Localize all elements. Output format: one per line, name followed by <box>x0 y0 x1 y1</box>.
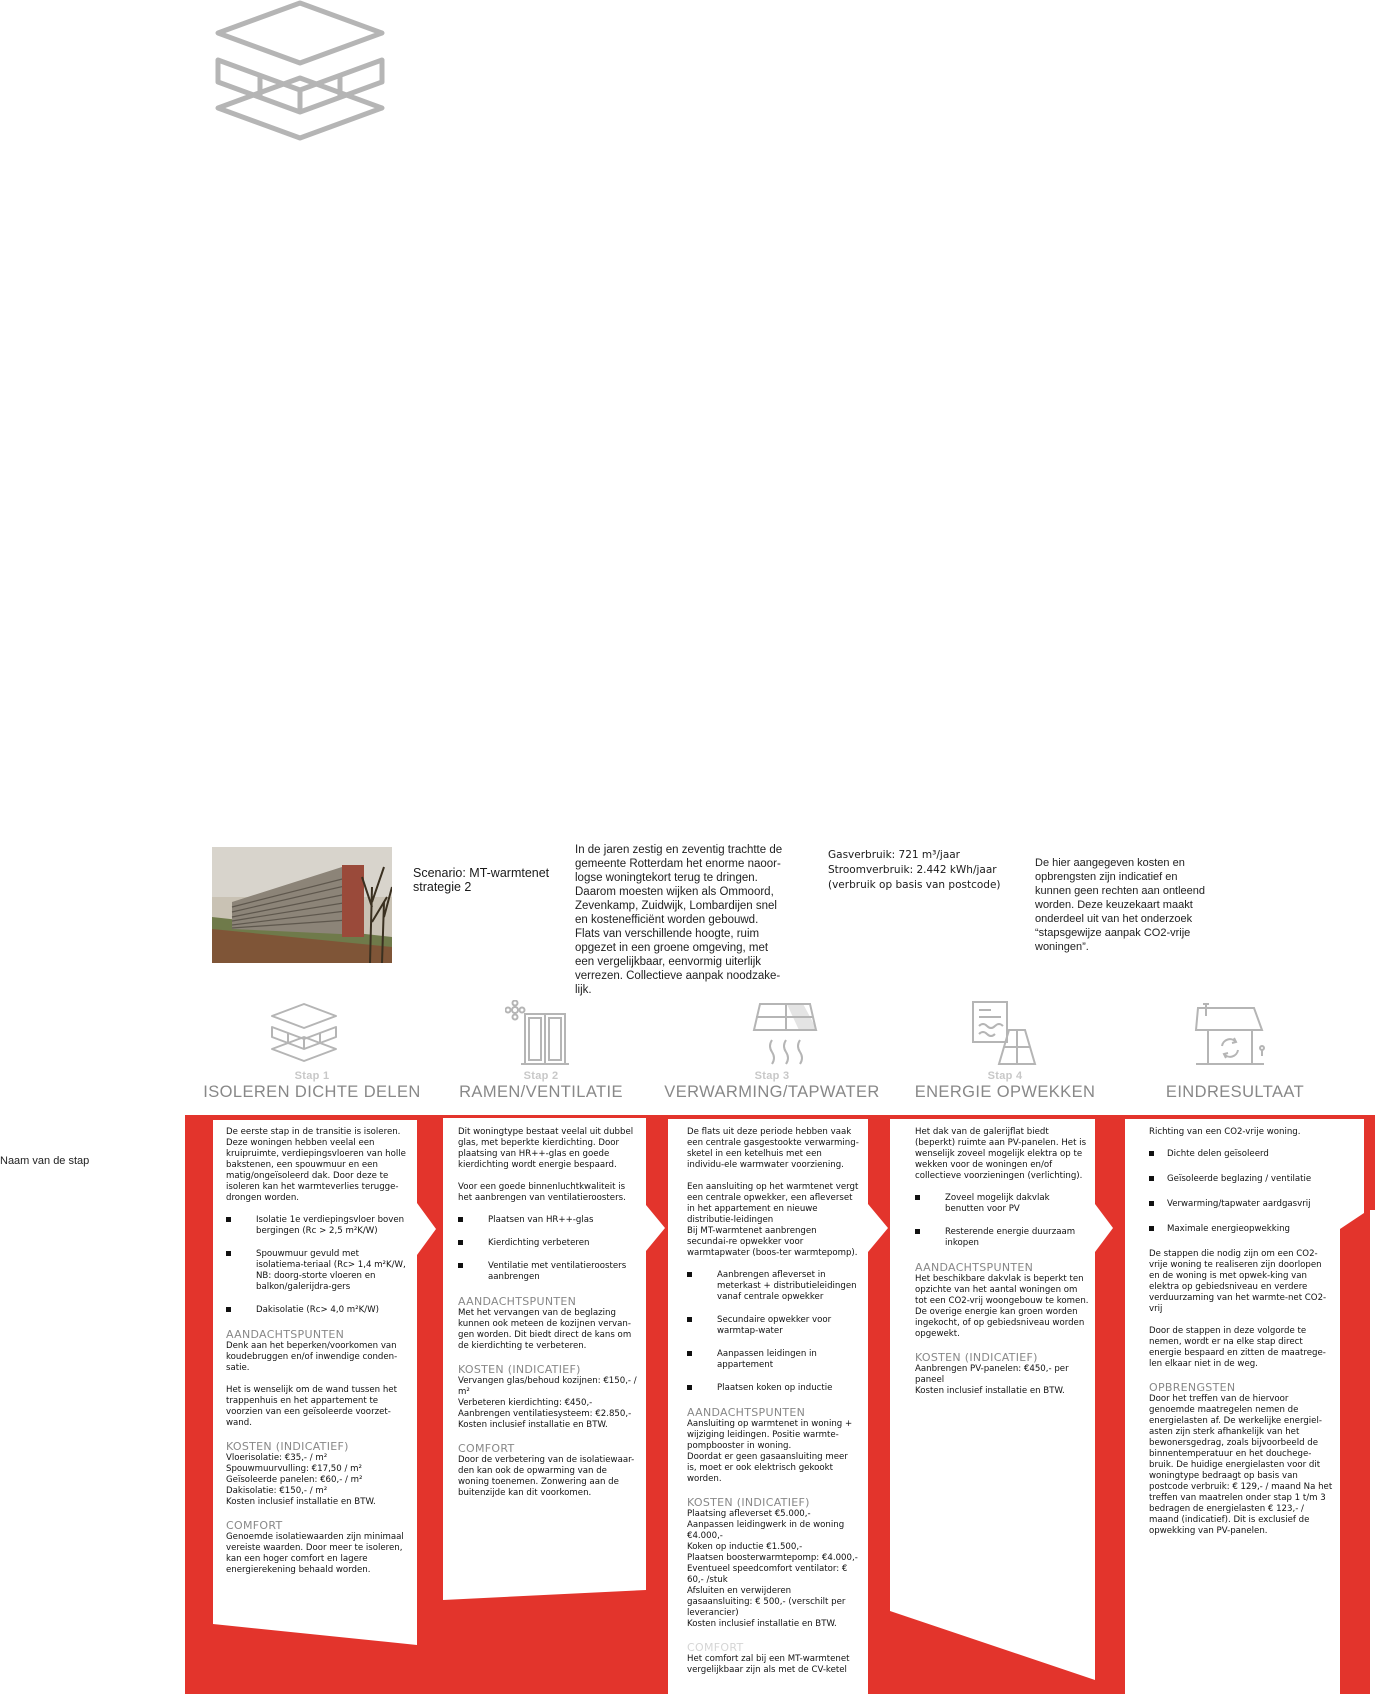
costs-heading: KOSTEN (INDICATIEF) <box>458 1363 581 1376</box>
step-1-label: Stap 1 <box>294 1070 330 1082</box>
step-2-content: Dit woningtype bestaat veelal uit dubbel… <box>458 1127 638 1510</box>
list-item: Aanpassen leidingen in appartement <box>687 1349 859 1371</box>
step-3-label: Stap 3 <box>754 1070 790 1082</box>
heating-tapwater-icon <box>752 1003 818 1065</box>
step-4-label: Stap 4 <box>987 1070 1023 1082</box>
step-3-intro-2: Een aansluiting op het warmtenet vergt e… <box>687 1182 859 1258</box>
house-result-icon <box>1194 1003 1265 1065</box>
step-2-intro: Dit woningtype bestaat veelal uit dubbel… <box>458 1127 634 1170</box>
list-item: Plaatsen koken op inductie <box>687 1383 859 1394</box>
step-2-intro-2: Voor een goede binnenluchtkwaliteit is h… <box>458 1182 626 1203</box>
scenario-title: Scenario: MT-warmtenet strategie 2 <box>413 866 550 894</box>
step-3-measures: Aanbrengen afleverset in meterkast + dis… <box>687 1270 859 1394</box>
usage-info: Gasverbruik: 721 m³/jaar Stroomverbruik:… <box>828 848 1008 893</box>
building-photo <box>212 847 392 963</box>
attention-heading: AANDACHTSPUNTEN <box>458 1295 577 1308</box>
yield-text: Door het treffen van de hiervoor genoemd… <box>1149 1394 1333 1536</box>
list-item: Resterende energie duurzaam inkopen <box>915 1227 1090 1249</box>
step-2-label: Stap 2 <box>523 1070 559 1082</box>
comfort-text: Het comfort zal bij een MT-warmtenet ver… <box>687 1654 850 1675</box>
step-3-content: De flats uit deze periode hebben vaak ee… <box>687 1127 859 1687</box>
attention-heading: AANDACHTSPUNTEN <box>687 1406 806 1419</box>
attention-text: Met het vervangen van de beglazing kunne… <box>458 1308 632 1351</box>
list-item: Kierdichting verbeteren <box>458 1238 638 1249</box>
yield-heading: OPBRENGSTEN <box>1149 1381 1236 1394</box>
result-intro: Richting van een CO2-vrije woning. <box>1149 1127 1301 1137</box>
list-item: Spouwmuur gevuld met isolatiema-teriaal … <box>226 1249 406 1293</box>
step-3-intro: De flats uit deze periode hebben vaak ee… <box>687 1127 859 1170</box>
costs-heading: KOSTEN (INDICATIEF) <box>226 1440 349 1453</box>
window-ventilation-icon <box>505 1000 569 1065</box>
disclaimer-text: De hier aangegeven kosten en opbrengsten… <box>1035 857 1206 953</box>
list-item: Maximale energieopwekking <box>1149 1224 1334 1235</box>
list-item: Secundaire opwekker voor warmtap-water <box>687 1315 859 1337</box>
list-item: Zoveel mogelijk dakvlak benutten voor PV <box>915 1193 1090 1215</box>
step-1-content: De eerste stap in de transitie is isoler… <box>226 1127 406 1587</box>
gas-usage: Gasverbruik: 721 m³/jaar <box>828 849 960 861</box>
attention-text: Het is wenselijk om de wand tussen het t… <box>226 1385 397 1428</box>
attention-text: Het beschikbare dakvlak is beperkt ten o… <box>915 1274 1089 1339</box>
comfort-heading: COMFORT <box>458 1442 515 1455</box>
result-text: De stappen die nodig zijn om een CO2-vri… <box>1149 1249 1327 1314</box>
step-2-measures: Plaatsen van HR++-glas Kierdichting verb… <box>458 1215 638 1283</box>
attention-heading: AANDACHTSPUNTEN <box>915 1261 1034 1274</box>
list-item: Isolatie 1e verdiepingsvloer boven bergi… <box>226 1215 406 1237</box>
costs-text: Vervangen glas/behoud kozijnen: €150,- /… <box>458 1376 637 1430</box>
step-1-measures: Isolatie 1e verdiepingsvloer boven bergi… <box>226 1215 406 1316</box>
step-1-intro: De eerste stap in de transitie is isoler… <box>226 1127 406 1203</box>
list-item: Dichte delen geïsoleerd <box>1149 1149 1334 1160</box>
step-4-intro: Het dak van de galerijflat biedt (beperk… <box>915 1127 1087 1181</box>
comfort-heading: COMFORT <box>226 1519 283 1532</box>
step-name-label: Naam van de stap <box>0 1155 90 1167</box>
step-1-title: ISOLEREN DICHTE DELEN <box>203 1083 421 1101</box>
costs-text: Plaatsing afleverset €5.000,- Aanpassen … <box>687 1509 858 1629</box>
step-4-title: ENERGIE OPWEKKEN <box>914 1083 1096 1101</box>
costs-heading: KOSTEN (INDICATIEF) <box>687 1496 810 1509</box>
solar-energy-icon <box>972 1001 1037 1065</box>
result-title: EINDRESULTAAT <box>1165 1083 1305 1101</box>
insulation-layers-icon <box>271 1003 337 1062</box>
comfort-text: Door de verbetering van de isolatiewaar-… <box>458 1455 635 1498</box>
step-4-measures: Zoveel mogelijk dakvlak benutten voor PV… <box>915 1193 1090 1249</box>
step-4-content: Het dak van de galerijflat biedt (beperk… <box>915 1127 1090 1408</box>
attention-text: Aansluiting op warmtenet in woning + wij… <box>687 1419 853 1484</box>
list-item: Ventilatie met ventilatieroosters aanbre… <box>458 1261 638 1283</box>
list-item: Verwarming/tapwater aardgasvrij <box>1149 1199 1334 1210</box>
result-measures: Dichte delen geïsoleerd Geïsoleerde begl… <box>1149 1149 1334 1235</box>
list-item: Plaatsen van HR++-glas <box>458 1215 638 1226</box>
list-item: Geïsoleerde beglazing / ventilatie <box>1149 1174 1334 1185</box>
usage-note: (verbruik op basis van postcode) <box>828 879 1001 891</box>
costs-text: Vloerisolatie: €35,- / m² Spouwmuurvulli… <box>226 1453 376 1507</box>
list-item: Aanbrengen afleverset in meterkast + dis… <box>687 1270 859 1303</box>
intro-text: In de jaren zestig en zeventig trachtte … <box>575 844 783 996</box>
comfort-heading: COMFORT <box>687 1641 744 1654</box>
attention-text: Denk aan het beperken/voorkomen van koud… <box>226 1341 398 1373</box>
attention-heading: AANDACHTSPUNTEN <box>226 1328 345 1341</box>
costs-heading: KOSTEN (INDICATIEF) <box>915 1351 1038 1364</box>
comfort-text: Genoemde isolatiewaarden zijn minimaal v… <box>226 1532 404 1575</box>
step-3-title: VERWARMING/TAPWATER <box>664 1083 880 1101</box>
power-usage: Stroomverbruik: 2.442 kWh/jaar <box>828 864 997 876</box>
list-item: Dakisolatie (Rc> 4,0 m²K/W) <box>226 1305 406 1316</box>
result-content: Richting van een CO2-vrije woning. Dicht… <box>1149 1127 1334 1548</box>
insulation-layers-icon <box>215 0 385 141</box>
result-text: Door de stappen in deze volgorde te neme… <box>1149 1326 1326 1369</box>
costs-text: Aanbrengen PV-panelen: €450,- per paneel… <box>915 1364 1069 1396</box>
